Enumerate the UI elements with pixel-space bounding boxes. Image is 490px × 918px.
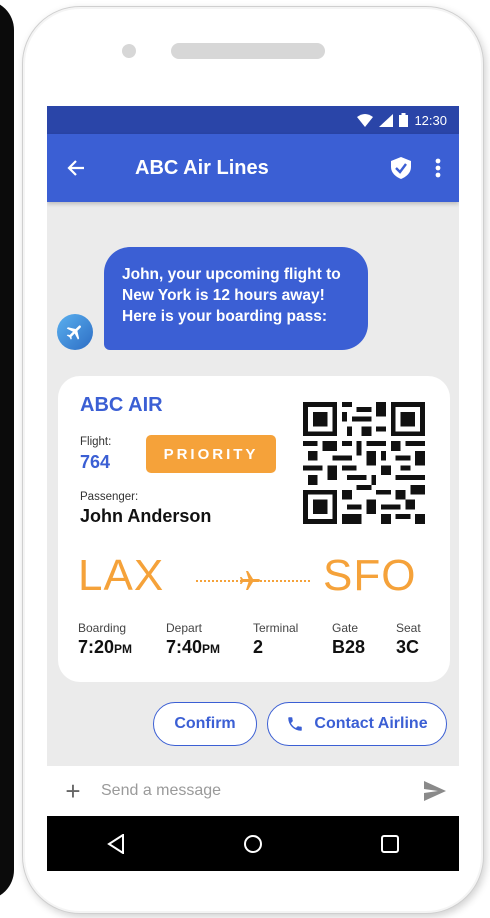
back-arrow-icon [67,160,84,176]
message-composer: + Send a message [47,766,459,816]
nav-back-icon [106,833,124,854]
earpiece-speaker [171,43,325,59]
front-camera [122,44,136,58]
phone-screen: 12:30 ABC Air Lines John, your upcoming … [47,106,459,871]
adjacent-phone-edge [0,0,14,900]
back-button[interactable] [47,134,105,202]
depart-label: Depart [166,621,203,635]
passenger-label: Passenger: [80,491,139,503]
boarding-time-value: 7:20 [78,637,115,657]
message-bubble: John, your upcoming flight to New York i… [104,247,368,350]
depart-period: PM [202,642,221,656]
app-title: ABC Air Lines [135,156,269,179]
terminal-label: Terminal [253,621,299,635]
confirm-button[interactable]: Confirm [153,702,257,746]
message-line: Here is your boarding pass: [122,308,327,325]
plus-icon[interactable]: + [53,766,93,816]
signal-icon [379,113,394,127]
nav-home-button[interactable] [223,816,283,871]
seat-label: Seat [396,621,421,635]
more-vert-icon [435,158,441,178]
wifi-icon [357,113,374,127]
plane-icon [66,325,81,340]
nav-home-icon [243,834,262,853]
more-options-button[interactable] [421,134,455,202]
sender-avatar [57,314,93,350]
system-nav-bar [47,816,459,871]
terminal-column: Terminal 2 [253,621,298,658]
boarding-time: 7:20PM [78,637,132,658]
seat-value: 3C [396,637,420,657]
message-line: John, your upcoming flight to [122,266,341,283]
app-bar: ABC Air Lines [47,134,459,202]
passenger-name: John Anderson [80,506,212,526]
gate-value: B28 [332,637,366,657]
qr-code-icon [303,402,425,524]
verified-button[interactable] [381,134,421,202]
boarding-period: PM [114,642,133,656]
shield-check-icon [391,157,411,179]
flight-number: 764 [80,452,111,472]
nav-recents-button[interactable] [360,816,420,871]
send-icon [424,781,446,801]
boarding-column: Boarding 7:20PM [78,621,132,658]
nav-back-button[interactable] [86,816,146,871]
boarding-pass-card[interactable]: ABC AIR Flight: 764 PRIORITY Passenger: … [58,376,450,682]
flight-label: Flight: [80,436,112,448]
destination-airport: SFO [323,551,417,600]
depart-time-value: 7:40 [166,637,203,657]
stage: 12:30 ABC Air Lines John, your upcoming … [0,0,490,918]
contact-airline-label: Contact Airline [314,715,428,732]
terminal-value: 2 [253,637,264,657]
boarding-label: Boarding [78,621,127,635]
gate-column: Gate B28 [332,621,365,658]
origin-airport: LAX [78,551,165,600]
priority-badge: PRIORITY [146,435,276,473]
message-line: New York is 12 hours away! [122,287,325,304]
status-time: 12:30 [414,112,447,128]
battery-icon [399,113,409,127]
seat-column: Seat 3C [396,621,421,658]
send-button[interactable] [411,766,459,816]
airline-name: ABC AIR [80,394,163,416]
plane-icon [240,571,260,590]
contact-airline-button[interactable]: Contact Airline [267,702,447,746]
nav-recents-icon [381,834,400,853]
phone-icon [288,717,303,731]
message-input[interactable]: Send a message [93,782,411,800]
depart-time: 7:40PM [166,637,220,658]
gate-label: Gate [332,621,359,635]
status-bar: 12:30 [47,106,459,134]
depart-column: Depart 7:40PM [166,621,220,658]
phone-frame: 12:30 ABC Air Lines John, your upcoming … [22,6,484,914]
